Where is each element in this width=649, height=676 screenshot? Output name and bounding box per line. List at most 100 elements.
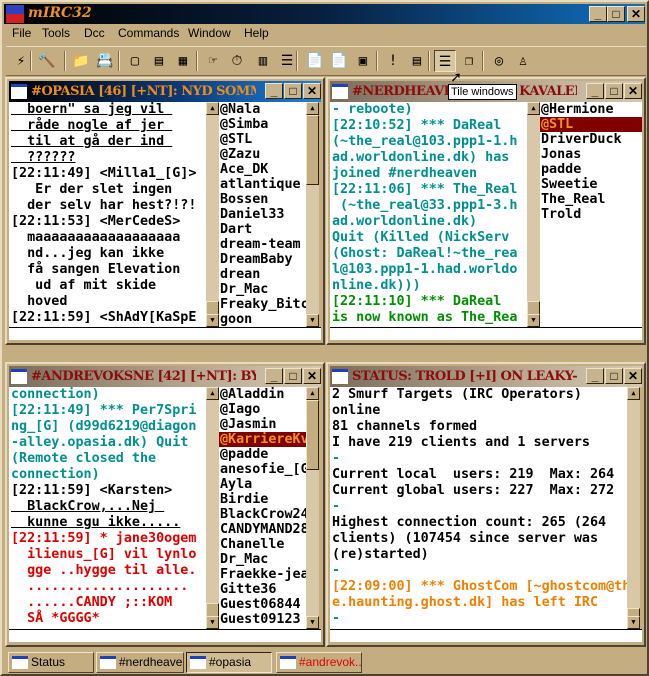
nick-item[interactable]: BlackCrow24 xyxy=(219,507,308,522)
connect-button[interactable]: ⚡ xyxy=(10,50,32,72)
scroll-down-arrow-icon[interactable]: ▼ xyxy=(527,314,540,327)
nick-item[interactable]: Sweetie xyxy=(540,177,642,192)
scrollbar[interactable]: ▲ ▼ xyxy=(527,102,540,327)
nick-item[interactable]: drean xyxy=(219,267,308,282)
menu-tools[interactable]: Tools xyxy=(42,26,70,40)
close-button[interactable]: ✕ xyxy=(303,368,321,384)
nick-item[interactable]: @Nala xyxy=(219,102,308,117)
scroll-up-arrow-icon[interactable]: ▲ xyxy=(206,387,219,400)
nick-item[interactable]: Jonas xyxy=(540,147,642,162)
scrollbar[interactable]: ▲ ▼ xyxy=(306,387,319,629)
nick-item[interactable]: atlantique xyxy=(219,177,308,192)
nick-item[interactable]: @Zazu xyxy=(219,147,308,162)
url-catcher-button[interactable]: ▤ xyxy=(406,50,428,72)
channel-window-nerdheaven[interactable]: #NERDHEAVEN [+NT]: KAVALEN ..._□✕- reboo… xyxy=(326,77,646,345)
address-book-button[interactable]: 📇 xyxy=(94,50,116,72)
maximize-button[interactable]: □ xyxy=(605,368,623,384)
notify-button[interactable]: ! xyxy=(382,50,404,72)
nick-item[interactable]: Ayla xyxy=(219,477,308,492)
scroll-down-arrow-icon[interactable]: ▼ xyxy=(306,314,319,327)
cascade-windows-button[interactable]: ❐ xyxy=(458,50,480,72)
dcc-send-button[interactable]: 📄 xyxy=(304,50,326,72)
nick-item[interactable]: @STL xyxy=(540,117,642,132)
nick-list[interactable]: @Aladdin@Iago@Jasmin@KarriereKvinde@padd… xyxy=(219,387,308,629)
nick-item[interactable]: @Hermione xyxy=(540,102,642,117)
nick-item[interactable]: Dr_Mac xyxy=(219,282,308,297)
scroll-up-arrow-icon[interactable]: ▲ xyxy=(306,387,319,400)
channel-window-opasia[interactable]: #OPASIA [46] [+NT]: NYD SOMMERE... _□✕ bo… xyxy=(5,77,325,345)
scroll-up-arrow-icon[interactable]: ▲ xyxy=(206,102,219,115)
scroll-down-arrow-icon[interactable]: ▼ xyxy=(627,616,640,629)
channel-window-andrevoksne[interactable]: #ANDREVOKSNE [42] [+NT]: BYTUR I... _□✕ co… xyxy=(5,362,325,647)
options-button[interactable]: 🔨 xyxy=(36,50,58,72)
dcc-options-button[interactable]: ▣ xyxy=(352,50,374,72)
maximize-button[interactable]: □ xyxy=(284,83,302,99)
nick-item[interactable]: Freaky_Bitch xyxy=(219,297,308,312)
switchbar-button-andrevok[interactable]: #andrevok... xyxy=(276,652,362,673)
scrollbar[interactable]: ▲ ▼ xyxy=(306,102,319,327)
close-button[interactable]: ✕ xyxy=(303,83,321,99)
nick-item[interactable]: @Simba xyxy=(219,117,308,132)
scroll-down-arrow-icon[interactable]: ▼ xyxy=(206,616,219,629)
minimize-button[interactable]: _ xyxy=(586,368,604,384)
nick-item[interactable]: Ace_DK xyxy=(219,162,308,177)
help-button[interactable]: ◎ xyxy=(488,50,510,72)
nick-item[interactable]: @KarriereKvinde xyxy=(219,432,308,447)
message-input[interactable] xyxy=(330,629,642,642)
maximize-button[interactable]: □ xyxy=(607,6,625,22)
nick-item[interactable]: Guest06844 xyxy=(219,597,308,612)
close-button[interactable]: ✕ xyxy=(624,368,642,384)
menu-file[interactable]: File xyxy=(12,26,31,40)
nick-item[interactable]: anesofie_[G] xyxy=(219,462,308,477)
scroll-thumb[interactable] xyxy=(206,301,219,315)
switchbar-button-status[interactable]: Status xyxy=(8,652,94,673)
nick-item[interactable]: Daniel33 xyxy=(219,207,308,222)
scrollbar[interactable]: ▲ ▼ xyxy=(627,387,640,629)
menu-commands[interactable]: Commands xyxy=(118,26,179,40)
maximize-button[interactable]: □ xyxy=(605,83,623,99)
nick-item[interactable]: Guest09123 xyxy=(219,612,308,627)
message-input[interactable] xyxy=(9,629,321,642)
switchbar-button-nerdheaven[interactable]: #nerdheaven xyxy=(96,652,184,673)
nick-item[interactable]: padde xyxy=(540,162,642,177)
nick-item[interactable]: CANDYMAND28 xyxy=(219,522,308,537)
minimize-button[interactable]: _ xyxy=(589,6,607,22)
close-button[interactable]: ✕ xyxy=(627,6,645,22)
switchbar-button-opasia[interactable]: #opasia xyxy=(186,652,272,673)
nick-item[interactable]: dream-team xyxy=(219,237,308,252)
popups-button[interactable]: ▤ xyxy=(148,50,170,72)
nick-item[interactable]: Dr_Mac xyxy=(219,552,308,567)
nick-item[interactable]: @STL xyxy=(219,132,308,147)
scroll-thumb[interactable] xyxy=(306,115,319,185)
nick-item[interactable]: @Aladdin xyxy=(219,387,308,402)
scroll-up-arrow-icon[interactable]: ▲ xyxy=(627,387,640,400)
nick-item[interactable]: @padde xyxy=(219,447,308,462)
scrollbar[interactable]: ▲ ▼ xyxy=(206,102,219,327)
remote-button[interactable]: ▦ xyxy=(172,50,194,72)
scroll-thumb[interactable] xyxy=(206,603,219,617)
finger-button[interactable]: ☞ xyxy=(202,50,224,72)
nick-item[interactable]: @Iago xyxy=(219,402,308,417)
nick-item[interactable]: Gitte36 xyxy=(219,582,308,597)
minimize-button[interactable]: _ xyxy=(586,83,604,99)
maximize-button[interactable]: □ xyxy=(284,368,302,384)
menu-dcc[interactable]: Dcc xyxy=(84,26,105,40)
nick-item[interactable]: Chanelle xyxy=(219,537,308,552)
message-input[interactable] xyxy=(330,327,642,340)
nick-list[interactable]: @Hermione @STL DriverDuck Jonas padde Sweetie… xyxy=(540,102,642,327)
nick-item[interactable]: The_Real xyxy=(540,192,642,207)
timer-button[interactable]: ⏱ xyxy=(226,50,248,72)
about-button[interactable]: ♙ xyxy=(512,50,534,72)
message-input[interactable] xyxy=(9,327,321,340)
window-title-bar[interactable]: STATUS: TROLD [+I] ON LEAKY-CAULDRO... _□… xyxy=(330,366,642,387)
menu-help[interactable]: Help xyxy=(244,26,269,40)
scroll-up-arrow-icon[interactable]: ▲ xyxy=(527,102,540,115)
scroll-up-arrow-icon[interactable]: ▲ xyxy=(306,102,319,115)
nick-list[interactable]: @Nala @Simba @STL @Zazu Ace_DK atlantique Boss… xyxy=(219,102,308,327)
scroll-down-arrow-icon[interactable]: ▼ xyxy=(206,314,219,327)
nick-item[interactable]: DriverDuck xyxy=(540,132,642,147)
scroll-thumb[interactable] xyxy=(306,400,319,470)
aliases-button[interactable]: ▢ xyxy=(124,50,146,72)
scroll-thumb[interactable] xyxy=(527,301,540,315)
notify-list-button[interactable]: ☰ xyxy=(276,50,298,72)
